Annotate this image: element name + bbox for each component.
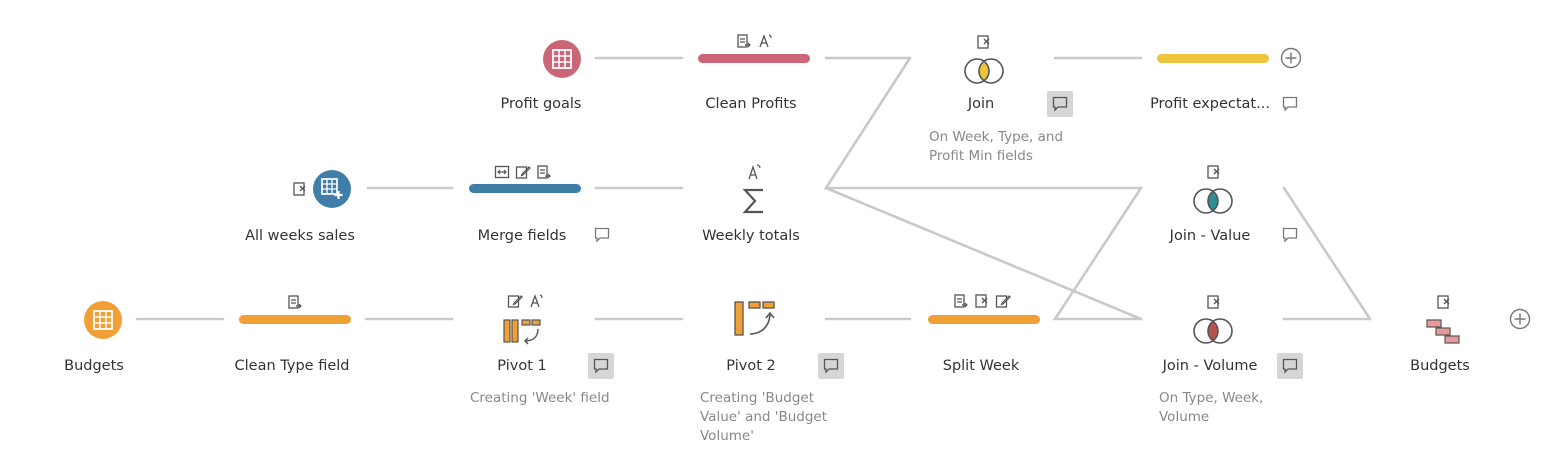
pivot-1-description: Creating 'Week' field <box>470 389 610 408</box>
rename-icon <box>288 295 302 309</box>
clean-profits-node[interactable] <box>698 54 810 63</box>
join-description: On Week, Type, and Profit Min fields <box>929 128 1063 166</box>
pivot-1-node[interactable] <box>503 319 545 345</box>
join-volume-description: On Type, Week, Volume <box>1159 389 1263 427</box>
merge-fields-change-icons <box>494 164 552 180</box>
comment-icon <box>1282 227 1298 243</box>
join-volume-label: Join - Volume <box>1162 358 1258 374</box>
rename-icon <box>737 34 751 48</box>
profit-expectations-comment-button[interactable] <box>1277 91 1303 117</box>
split-week-change-icons <box>953 293 1011 309</box>
join-label: Join <box>967 96 995 112</box>
merge-fields-comment-button[interactable] <box>589 222 615 248</box>
pivot-2-label: Pivot 2 <box>726 358 776 374</box>
comment-icon <box>593 358 609 374</box>
pivot-1-comment-button[interactable] <box>588 353 614 379</box>
profit-goals-label: Profit goals <box>500 96 582 112</box>
pivot-2-description-line: Creating 'Budget <box>700 390 814 406</box>
remove-field-icon <box>1207 295 1220 309</box>
pivot-1-label: Pivot 1 <box>497 358 547 374</box>
calculation-icon <box>530 294 543 308</box>
pivot-2-comment-button[interactable] <box>818 353 844 379</box>
calculation-icon <box>748 164 761 180</box>
rename-icon <box>537 165 551 179</box>
join-volume-node[interactable] <box>1191 316 1235 346</box>
remove-field-icon <box>977 35 990 49</box>
budgets-input-node[interactable] <box>84 301 122 339</box>
add-step-icon[interactable] <box>1280 47 1302 69</box>
clean-type-field-node[interactable] <box>239 315 351 324</box>
remove-field-icon <box>293 182 306 196</box>
all-weeks-sales-node[interactable] <box>313 170 351 208</box>
join-volume-description-line: Volume <box>1159 409 1210 425</box>
split-week-node[interactable] <box>928 315 1040 324</box>
split-week-label: Split Week <box>942 358 1020 374</box>
flow-canvas: Profit goals Clean Profits Join On Week,… <box>0 0 1568 466</box>
budgets-input-label: Budgets <box>64 358 124 374</box>
comment-icon <box>1282 96 1298 112</box>
clean-type-field-label: Clean Type field <box>234 358 350 374</box>
rename-icon <box>954 294 968 308</box>
pivot-2-description-line: Volume' <box>700 428 754 444</box>
edit-icon <box>995 295 1011 308</box>
edit-icon <box>507 295 523 308</box>
join-description-line: On Week, Type, and <box>929 129 1064 145</box>
pivot-2-description: Creating 'Budget Value' and 'Budget Volu… <box>700 389 827 446</box>
join-value-node[interactable] <box>1191 186 1235 216</box>
profit-expectations-node[interactable] <box>1157 54 1269 63</box>
weekly-totals-label: Weekly totals <box>702 228 800 244</box>
comment-icon <box>1282 358 1298 374</box>
sigma-icon <box>741 186 767 216</box>
table-icon <box>552 49 572 69</box>
budgets-output-label: Budgets <box>1410 358 1470 374</box>
pivot-1-change-icons <box>507 293 544 309</box>
remove-field-icon <box>1207 165 1220 179</box>
join-value-label: Join - Value <box>1169 228 1251 244</box>
merge-fields-label: Merge fields <box>477 228 567 244</box>
weekly-totals-node[interactable] <box>741 186 767 216</box>
comment-icon <box>823 358 839 374</box>
join-description-line: Profit Min fields <box>929 148 1033 164</box>
merge-fields-node[interactable] <box>469 184 581 193</box>
profit-goals-node[interactable] <box>543 40 581 78</box>
profit-expectations-label: Profit expectat... <box>1150 96 1270 112</box>
pivot-1-description-line: Creating 'Week' field <box>470 390 610 406</box>
join-value-comment-button[interactable] <box>1277 222 1303 248</box>
table-plus-icon <box>321 178 343 199</box>
merge-icon <box>494 165 510 179</box>
calculation-icon <box>759 34 772 48</box>
remove-field-icon <box>1437 295 1450 309</box>
edit-icon <box>515 166 531 179</box>
join-volume-comment-button[interactable] <box>1277 353 1303 379</box>
clean-profits-change-icons <box>736 33 773 49</box>
comment-icon <box>1052 96 1068 112</box>
clean-profits-label: Clean Profits <box>705 96 797 112</box>
add-step-icon[interactable] <box>1509 308 1531 330</box>
join-volume-description-line: On Type, Week, <box>1159 390 1264 406</box>
remove-field-icon <box>975 294 988 308</box>
join-comment-button[interactable] <box>1047 91 1073 117</box>
join-node[interactable] <box>962 56 1006 86</box>
budgets-output-node[interactable] <box>1425 318 1463 346</box>
all-weeks-sales-label: All weeks sales <box>245 228 355 244</box>
comment-icon <box>594 227 610 243</box>
pivot-2-node[interactable] <box>733 301 779 337</box>
connector-line <box>1282 186 1372 321</box>
pivot-2-description-line: Value' and 'Budget <box>700 409 828 425</box>
table-icon <box>93 310 113 330</box>
